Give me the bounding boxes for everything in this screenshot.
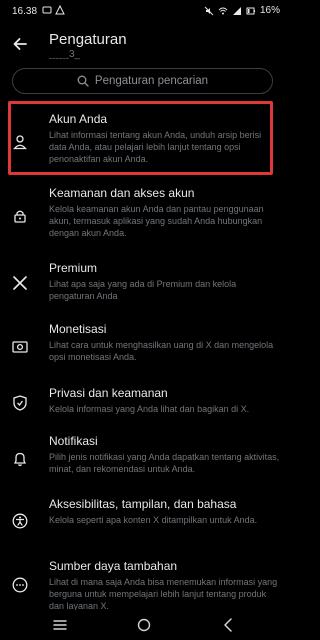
page-title: Pengaturan bbox=[49, 31, 127, 48]
home-button[interactable] bbox=[135, 616, 153, 634]
recent-apps-button[interactable] bbox=[51, 616, 69, 634]
accessibility-icon bbox=[10, 511, 30, 531]
chevron-left-icon bbox=[224, 618, 232, 632]
battery-icon bbox=[246, 7, 255, 14]
status-bar: 16.38 16% bbox=[0, 0, 288, 24]
settings-item-account[interactable]: Akun Anda Lihat informasi tentang akun A… bbox=[0, 112, 288, 172]
settings-item-title: Premium bbox=[49, 261, 98, 275]
settings-item-description: Lihat cara untuk menghasilkan uang di X … bbox=[49, 340, 274, 363]
settings-item-description: Lihat di mana saja Anda bisa menemukan i… bbox=[49, 577, 278, 612]
menu-lines-icon bbox=[53, 620, 67, 630]
settings-item-premium[interactable]: Premium Lihat apa saja yang ada di Premi… bbox=[0, 261, 288, 305]
settings-item-description: Pilih jenis notifikasi yang Anda dapatka… bbox=[49, 452, 280, 475]
settings-item-description: Kelola seperti apa konten X ditampilkan … bbox=[49, 515, 258, 525]
status-time: 16.38 bbox=[12, 6, 38, 17]
header: Pengaturan ˍˍˍˍˍˍ3_ bbox=[0, 24, 288, 68]
x-logo-icon bbox=[10, 273, 30, 293]
person-icon bbox=[10, 132, 30, 152]
search-placeholder: Pengaturan pencarian bbox=[94, 75, 209, 87]
more-icon bbox=[10, 575, 30, 595]
lock-icon bbox=[10, 206, 30, 226]
money-icon bbox=[10, 337, 30, 357]
settings-item-privacy[interactable]: Privasi dan keamanan Kelola informasi ya… bbox=[0, 386, 288, 418]
settings-item-resources[interactable]: Sumber daya tambahan Lihat di mana saja … bbox=[0, 559, 288, 615]
settings-item-description: Kelola informasi yang Anda lihat dan bag… bbox=[49, 404, 250, 414]
settings-item-title: Keamanan dan akses akun bbox=[49, 186, 195, 200]
settings-item-security[interactable]: Keamanan dan akses akun Kelola keamanan … bbox=[0, 186, 288, 246]
settings-item-title: Notifikasi bbox=[49, 434, 98, 448]
account-handle: ˍˍˍˍˍˍ3_ bbox=[49, 49, 81, 60]
settings-item-accessibility[interactable]: Aksesibilitas, tampilan, dan bahasa Kelo… bbox=[0, 497, 288, 541]
wifi-icon bbox=[218, 7, 228, 14]
arrow-left-icon bbox=[13, 38, 27, 50]
settings-item-title: Sumber daya tambahan bbox=[49, 559, 178, 573]
battery-percent: 16% bbox=[259, 5, 280, 16]
status-notification-icons bbox=[42, 5, 65, 15]
settings-item-description: Lihat apa saja yang ada di Premium dan k… bbox=[49, 279, 237, 302]
search-icon bbox=[77, 75, 89, 87]
settings-item-title: Monetisasi bbox=[49, 322, 107, 336]
settings-item-title: Privasi dan keamanan bbox=[49, 386, 168, 400]
mute-icon bbox=[204, 6, 214, 15]
notification-dot-icon bbox=[42, 6, 52, 14]
settings-item-title: Akun Anda bbox=[49, 112, 108, 126]
settings-item-title: Aksesibilitas, tampilan, dan bahasa bbox=[49, 497, 237, 511]
back-button[interactable] bbox=[8, 32, 32, 56]
status-right: 16% bbox=[204, 5, 280, 16]
circle-home-icon bbox=[137, 618, 151, 632]
settings-item-monetization[interactable]: Monetisasi Lihat cara untuk menghasilkan… bbox=[0, 322, 288, 366]
settings-item-description: Kelola keamanan akun Anda dan pantau pen… bbox=[49, 204, 264, 239]
back-nav-button[interactable] bbox=[219, 616, 237, 634]
shield-icon bbox=[10, 393, 30, 413]
settings-item-notifications[interactable]: Notifikasi Pilih jenis notifikasi yang A… bbox=[0, 434, 288, 478]
system-nav-bar bbox=[0, 610, 288, 640]
bell-icon bbox=[10, 449, 30, 469]
warning-icon bbox=[55, 5, 65, 15]
signal-icon bbox=[232, 6, 241, 15]
settings-search-input[interactable]: Pengaturan pencarian bbox=[12, 68, 273, 94]
settings-item-description: Lihat informasi tentang akun Anda, unduh… bbox=[49, 130, 262, 165]
